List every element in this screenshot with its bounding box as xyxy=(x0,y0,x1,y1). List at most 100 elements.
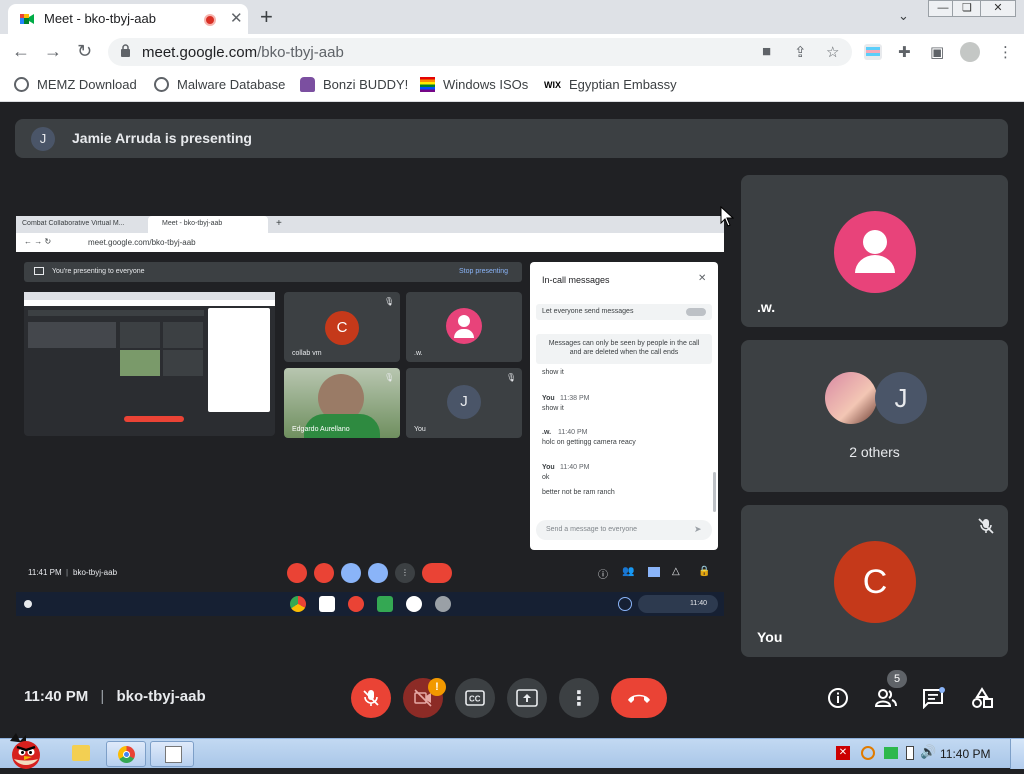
screen-tile-name: .w. xyxy=(414,350,423,357)
meeting-details-button[interactable] xyxy=(824,684,852,712)
side-panel-icon[interactable]: ▣ xyxy=(930,43,944,61)
screen-chat-icon xyxy=(648,567,660,577)
back-arrow-icon[interactable]: ← xyxy=(12,41,30,62)
lock-icon xyxy=(121,44,130,57)
chat-message-text: show it xyxy=(542,405,564,412)
file-explorer-icon[interactable] xyxy=(72,745,90,761)
chat-toggle-switch xyxy=(686,308,706,316)
end-call-button[interactable] xyxy=(611,678,667,718)
screen-info-icon: ⓘ xyxy=(598,570,608,581)
close-window-button[interactable]: ✕ xyxy=(980,0,1016,17)
screen-vm-icon xyxy=(406,596,422,612)
bookmark-egyptian-embassy[interactable]: WIX Egyptian Embassy xyxy=(544,77,677,92)
translate-icon[interactable] xyxy=(864,44,882,60)
chat-message-text: show it xyxy=(542,369,564,376)
url-text: meet.google.com/bko-tbyj-aab xyxy=(142,44,344,61)
tray-error-icon[interactable]: ✕ xyxy=(836,746,850,760)
tab-close-icon[interactable]: ✕ xyxy=(230,9,243,27)
screen-shelf-clock: 11:40 xyxy=(638,595,718,613)
info-icon xyxy=(828,688,848,708)
address-bar[interactable]: meet.google.com/bko-tbyj-aab ■ ⇪ ☆ xyxy=(108,38,852,66)
screen-nav-icons: ← → ↻ xyxy=(24,237,52,246)
tray-battery-icon[interactable] xyxy=(884,747,898,759)
screen-tile-name: You xyxy=(414,426,426,433)
presenter-avatar: J xyxy=(31,127,55,151)
screen-mic-off-icon: 🎙 xyxy=(384,373,395,382)
screen-people-icon: 👥 xyxy=(622,566,635,577)
tray-device-icon[interactable] xyxy=(906,746,914,760)
start-button[interactable] xyxy=(2,731,50,769)
screen-camera-button-icon xyxy=(314,563,334,583)
meeting-time: 11:40 PM xyxy=(24,688,89,705)
mic-toggle-button[interactable] xyxy=(351,678,391,718)
present-screen-icon xyxy=(516,689,538,707)
screen-tile-edgardo: Edgardo Aurellano 🎙 xyxy=(284,368,400,438)
chat-input-placeholder: Send a message to everyone xyxy=(546,526,638,533)
tab-search-chevron-icon[interactable]: ⌄ xyxy=(898,8,909,24)
screen-tab-strip: Combat Collaborative Virtual M... Meet -… xyxy=(16,216,724,233)
angry-bird-icon xyxy=(10,733,40,769)
bookmark-windows-isos[interactable]: Windows ISOs xyxy=(420,77,528,92)
screen-new-tab-icon: + xyxy=(276,218,282,229)
profile-avatar-icon[interactable] xyxy=(960,42,980,62)
participant-count-badge: 5 xyxy=(887,670,907,688)
screen-presenting-msg: You're presenting to everyone xyxy=(52,268,145,275)
bookmark-star-icon[interactable]: ☆ xyxy=(826,43,839,61)
recording-indicator-icon xyxy=(204,14,216,26)
participant-tile-w[interactable]: .w. xyxy=(741,175,1008,327)
tray-search-icon[interactable] xyxy=(861,746,875,760)
screen-activities-icon: △ xyxy=(672,566,680,577)
chat-toggle-row: Let everyone send messages xyxy=(536,304,712,320)
taskbar-clock[interactable]: 11:40 PM xyxy=(940,747,990,761)
more-menu-icon[interactable]: ⋮ xyxy=(998,43,1013,61)
screen-os-shelf: 11:40 xyxy=(16,592,724,616)
camera-icon[interactable]: ■ xyxy=(762,43,771,60)
maximize-button[interactable]: ❏ xyxy=(952,0,982,17)
chat-scrollbar xyxy=(713,472,716,512)
bookmark-bonzi-buddy[interactable]: Bonzi BUDDY! xyxy=(300,77,408,92)
chat-message-text: ok xyxy=(542,474,550,481)
presenting-banner: J Jamie Arruda is presenting xyxy=(15,119,1008,158)
chat-button[interactable] xyxy=(920,684,948,712)
screen-mic-button-icon xyxy=(287,563,307,583)
tab-title: Meet - bko-tbyj-aab xyxy=(44,11,156,26)
show-desktop-button[interactable] xyxy=(1010,739,1024,769)
svg-text:CC: CC xyxy=(469,695,481,704)
browser-tab[interactable]: Meet - bko-tbyj-aab ✕ xyxy=(8,4,248,34)
present-screen-button[interactable] xyxy=(507,678,547,718)
captions-button[interactable]: CC xyxy=(455,678,495,718)
participant-tile-you[interactable]: C You xyxy=(741,505,1008,657)
chat-message-time: 11:40 PM xyxy=(558,429,588,436)
tray-volume-icon[interactable]: 🔊 xyxy=(920,744,936,760)
screen-chrome-icon xyxy=(290,596,306,612)
reload-icon[interactable]: ↻ xyxy=(77,41,92,62)
taskbar-app-button[interactable] xyxy=(150,741,194,767)
bookmark-malware-database[interactable]: Malware Database xyxy=(154,77,285,92)
taskbar-chrome-button[interactable] xyxy=(106,741,146,767)
screen-avatar-j: J xyxy=(447,385,481,419)
screen-lock-icon: 🔒 xyxy=(698,566,711,577)
chat-message-time: 11:38 PM xyxy=(560,395,590,402)
bookmark-memz[interactable]: MEMZ Download xyxy=(14,77,137,92)
avatar-person-icon xyxy=(834,211,916,293)
screen-separator: | xyxy=(66,568,69,577)
meeting-time-and-code: 11:40 PM | bko-tbyj-aab xyxy=(24,688,206,705)
screen-recursive-view xyxy=(24,292,275,436)
people-button[interactable] xyxy=(872,684,900,712)
browser-tab-strip: Meet - bko-tbyj-aab ✕ + ⌄ — ❏ ✕ xyxy=(0,0,1024,34)
new-tab-button[interactable]: + xyxy=(260,4,273,30)
screen-tile-you: J You 🎙 xyxy=(406,368,522,438)
chat-close-icon: ✕ xyxy=(698,273,707,284)
participant-name: You xyxy=(757,629,783,645)
activities-button[interactable] xyxy=(968,684,996,712)
screen-bottom-bar: 11:41 PM | bko-tbyj-aab ⋮ ⓘ 👥 △ 🔒 xyxy=(16,560,724,588)
chat-input: Send a message to everyone ➤ xyxy=(536,520,712,540)
participant-tile-others[interactable]: J 2 others xyxy=(741,340,1008,492)
screen-present-icon xyxy=(34,267,44,275)
share-icon[interactable]: ⇪ xyxy=(794,43,807,61)
forward-arrow-icon[interactable]: → xyxy=(44,41,62,62)
screen-chat-panel: In-call messages ✕ Let everyone send mes… xyxy=(530,262,718,550)
more-options-button[interactable]: ⋮ xyxy=(559,678,599,718)
extensions-puzzle-icon[interactable]: ✚ xyxy=(898,43,911,61)
screen-end-call-icon xyxy=(422,563,452,583)
